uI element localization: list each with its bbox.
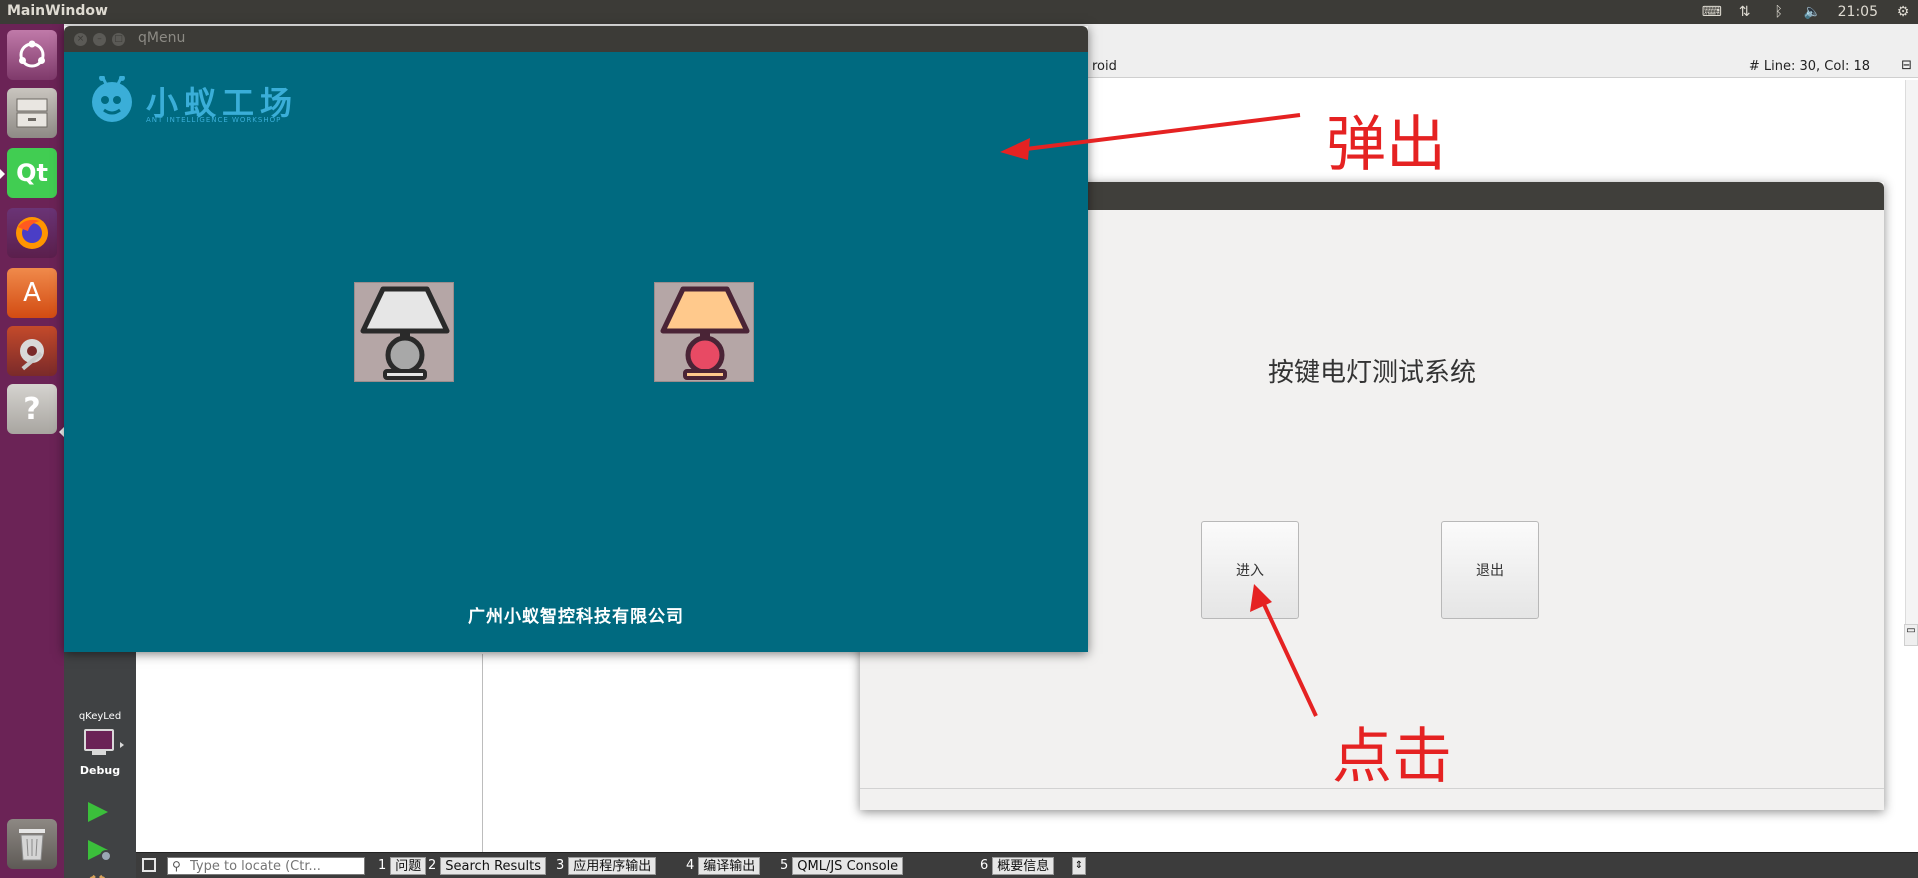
- active-app-indicator: [0, 169, 5, 179]
- ant-logo-icon: [92, 76, 132, 122]
- volume-muted-icon[interactable]: 🔈: [1804, 4, 1822, 20]
- window-title: MainWindow: [7, 3, 108, 19]
- build-mode-label: Debug: [79, 764, 121, 777]
- panel-toggle-button[interactable]: ▭: [1904, 624, 1918, 646]
- search-icon: ⚲: [172, 859, 181, 873]
- close-icon[interactable]: ×: [74, 33, 87, 46]
- qmenu-window: × – □ qMenu 小蚁工场 ANT INTELLIGENCE WORKSH…: [64, 26, 1088, 652]
- tab-qml-console[interactable]: 5 QML/JS Console: [776, 857, 904, 875]
- editor-toolbar: roid # Line: 30, Col: 18 ⊟: [1084, 56, 1918, 78]
- qmenu-title: qMenu: [138, 30, 186, 46]
- lamp-off-icon: [360, 286, 450, 380]
- maximize-icon[interactable]: □: [112, 33, 125, 46]
- editor-file-combo[interactable]: roid: [1092, 59, 1117, 74]
- minimize-icon[interactable]: –: [93, 33, 106, 46]
- tab-issues[interactable]: 1 问题: [374, 857, 427, 875]
- software-store-icon[interactable]: A: [7, 268, 57, 318]
- system-tray: ⌨ ⇅ ᛒ 🔈 21:05 ⚙: [1702, 0, 1912, 24]
- ubuntu-dash-icon[interactable]: [7, 30, 57, 80]
- lamp-on-icon: [660, 286, 750, 380]
- lamp-off-button[interactable]: [354, 282, 454, 382]
- launcher: Qt A ?: [0, 24, 64, 878]
- tab-compile-output[interactable]: 4 编译输出: [682, 857, 761, 875]
- trash-icon[interactable]: [7, 819, 57, 869]
- gear-icon[interactable]: ⚙: [1894, 4, 1912, 20]
- bluetooth-icon[interactable]: ᛒ: [1770, 4, 1788, 20]
- monitor-icon[interactable]: [84, 729, 114, 751]
- qt-icon[interactable]: Qt: [7, 148, 57, 198]
- system-settings-icon[interactable]: [7, 326, 57, 376]
- exit-button[interactable]: 退出: [1441, 521, 1539, 619]
- help-icon[interactable]: ?: [7, 384, 57, 434]
- clock[interactable]: 21:05: [1838, 4, 1878, 20]
- bug-icon: [100, 850, 112, 862]
- chevron-right-icon: [120, 742, 124, 748]
- hammer-icon[interactable]: ⚒: [84, 872, 110, 878]
- run-icon[interactable]: [88, 802, 108, 822]
- qmenu-content: 小蚁工场 ANT INTELLIGENCE WORKSHOP 广州小蚁智控科技有…: [64, 52, 1088, 652]
- split-editor-icon[interactable]: ⊟: [1901, 58, 1912, 73]
- locate-input[interactable]: [167, 857, 365, 875]
- sidebar-toggle-icon[interactable]: [142, 858, 156, 872]
- top-panel: MainWindow ⌨ ⇅ ᛒ 🔈 21:05 ⚙: [0, 0, 1918, 24]
- annotation-click-label: 点击: [1332, 722, 1452, 792]
- lamp-on-button[interactable]: [654, 282, 754, 382]
- file-cabinet-icon[interactable]: [7, 88, 57, 138]
- output-pane-bar: ⚲ 1问题 2Search Results 3应用程序输出 4编译输出 5QML…: [136, 852, 1918, 878]
- tab-search-results[interactable]: 2 Search Results: [424, 857, 547, 875]
- network-arrows-icon[interactable]: ⇅: [1736, 4, 1754, 20]
- qmenu-titlebar[interactable]: × – □ qMenu: [64, 26, 1088, 52]
- tab-application-output[interactable]: 3 应用程序输出: [552, 857, 657, 875]
- company-logo: 小蚁工场 ANT INTELLIGENCE WORKSHOP: [88, 76, 338, 128]
- monitor-stand: [92, 751, 106, 755]
- kit-project-label: qKeyLed: [78, 711, 122, 722]
- logo-subtitle: ANT INTELLIGENCE WORKSHOP: [146, 116, 282, 124]
- tab-general-messages[interactable]: 6 概要信息: [976, 857, 1055, 875]
- company-name: 广州小蚁智控科技有限公司: [468, 607, 684, 627]
- enter-button[interactable]: 进入: [1201, 521, 1299, 619]
- pane-divider[interactable]: [482, 654, 483, 876]
- keyboard-icon[interactable]: ⌨: [1702, 4, 1722, 20]
- more-tabs-button[interactable]: ⇕: [1072, 857, 1086, 875]
- firefox-icon[interactable]: [7, 208, 57, 258]
- cursor-position: # Line: 30, Col: 18: [1748, 59, 1870, 74]
- annotation-popup-label: 弹出: [1326, 110, 1446, 180]
- editor-scrollbar[interactable]: [1905, 80, 1918, 640]
